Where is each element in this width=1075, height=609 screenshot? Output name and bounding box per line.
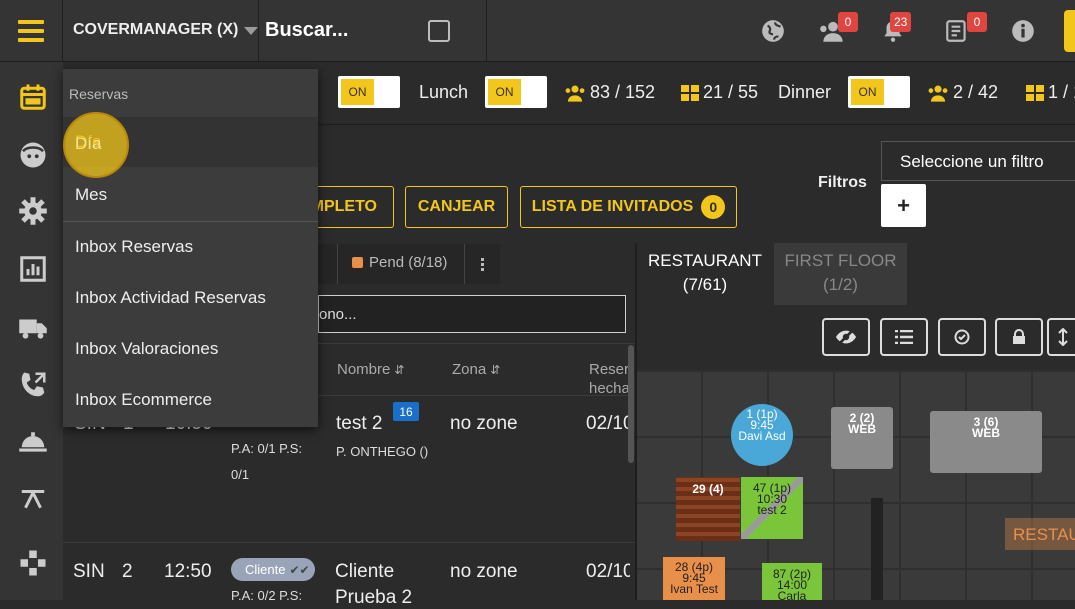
- menu-item-inbox-reservas[interactable]: Inbox Reservas: [63, 222, 318, 272]
- customer-face-icon[interactable]: [18, 140, 48, 170]
- sort-icon: ⇵: [490, 362, 501, 377]
- toggle-visibility-button[interactable]: [822, 318, 870, 356]
- double-check-icon: ✔✔: [289, 562, 310, 577]
- people-icon: [565, 85, 585, 102]
- sidebar: [0, 62, 63, 600]
- col-nombre[interactable]: Nombre ⇵: [337, 361, 404, 378]
- table-28[interactable]: 28 (4p) 9:45 Ivan Test: [663, 557, 725, 600]
- lock-icon: [1013, 329, 1025, 344]
- menu-icon: [18, 20, 44, 24]
- top-bar: COVERMANAGER (X) Buscar... 0 23 0: [0, 0, 1075, 62]
- arrows-vertical-icon: [1058, 328, 1068, 346]
- calendar-icon[interactable]: [18, 82, 48, 112]
- lunch-people-count: 83 / 152: [564, 82, 655, 103]
- user-profile-button[interactable]: [1064, 10, 1075, 52]
- list-view-button[interactable]: [880, 318, 928, 356]
- col-zona[interactable]: Zona ⇵: [452, 361, 500, 378]
- info-icon[interactable]: [1010, 18, 1036, 44]
- menu-item-inbox-valoraciones[interactable]: Inbox Valoraciones: [63, 324, 318, 374]
- col-reserva[interactable]: Reser hecha: [589, 361, 629, 397]
- table-87[interactable]: 87 (2p) 14:00 Carla: [762, 563, 822, 600]
- guest-list-count: 0: [701, 195, 726, 219]
- restaurant-selector[interactable]: COVERMANAGER (X): [73, 21, 259, 39]
- stats-chart-icon[interactable]: [18, 254, 48, 284]
- menu-item-dia-label[interactable]: Día: [75, 134, 101, 154]
- table-2[interactable]: 2 (2) WEB: [831, 407, 893, 469]
- row-name[interactable]: Cliente: [335, 561, 394, 583]
- search-checkbox[interactable]: [428, 20, 450, 42]
- canjear-button[interactable]: CANJEAR: [405, 186, 508, 228]
- users-badge: 0: [838, 12, 858, 32]
- dinner-label: Dinner: [778, 82, 832, 102]
- filters-label: Filtros: [818, 174, 867, 191]
- search-input[interactable]: Buscar...: [265, 19, 348, 42]
- lock-button[interactable]: [995, 318, 1043, 356]
- menu-item-inbox-ecommerce[interactable]: Inbox Ecommerce: [63, 375, 318, 425]
- lunch-label: Lunch: [419, 82, 469, 102]
- table-1[interactable]: 1 (1p) 9:45 Davi Asd: [731, 404, 793, 466]
- list-scrollbar[interactable]: [628, 345, 634, 463]
- menu-item-inbox-actividad[interactable]: Inbox Actividad Reservas: [63, 273, 318, 323]
- tab-first-floor[interactable]: FIRST FLOOR (1/2): [774, 243, 907, 305]
- globe-icon[interactable]: [760, 18, 786, 44]
- row-name[interactable]: test 2: [336, 413, 382, 435]
- truck-icon[interactable]: [18, 312, 48, 342]
- list-search-input[interactable]: ono...: [318, 295, 626, 333]
- eye-slash-icon: [835, 329, 857, 345]
- menu-header: Reservas: [69, 86, 129, 102]
- integrations-icon[interactable]: [18, 548, 48, 578]
- tables-icon: [1026, 84, 1044, 101]
- check-button[interactable]: [938, 318, 986, 356]
- check-circle-icon: [954, 329, 970, 345]
- table-setup-icon[interactable]: [18, 484, 48, 514]
- tab-restaurant[interactable]: RESTAURANT (7/61): [637, 243, 773, 305]
- client-tag: Cliente ✔✔: [231, 558, 315, 581]
- table-3[interactable]: 3 (6) WEB: [930, 411, 1042, 473]
- notifications-badge: 23: [890, 12, 912, 32]
- resize-button[interactable]: [1047, 318, 1075, 356]
- dinner-tables-count: 1 / 1: [1026, 82, 1075, 103]
- tab-pending[interactable]: Pend (8/18): [352, 254, 447, 271]
- dinner-people-count: 2 / 42: [927, 82, 998, 103]
- gear-icon[interactable]: [18, 196, 48, 226]
- phone-icon[interactable]: [18, 370, 48, 400]
- filter-select[interactable]: Seleccione un filtro: [881, 141, 1075, 181]
- table-29[interactable]: 29 (4): [676, 477, 740, 541]
- first-service-toggle[interactable]: ON: [338, 76, 400, 108]
- service-bell-icon[interactable]: [18, 426, 48, 456]
- dinner-toggle[interactable]: ON: [848, 76, 910, 108]
- more-options-button[interactable]: [464, 244, 500, 284]
- lunch-toggle[interactable]: ON: [485, 76, 547, 108]
- hamburger-menu-button[interactable]: [0, 0, 62, 62]
- sort-icon: ⇵: [394, 362, 405, 377]
- reservation-count-badge: 16: [393, 402, 419, 421]
- people-icon: [928, 85, 948, 102]
- messages-badge: 0: [967, 12, 987, 32]
- wall-divider: [871, 498, 883, 600]
- list-icon: [895, 330, 913, 344]
- chevron-down-icon: [244, 27, 259, 35]
- lunch-tables-count: 21 / 55: [681, 82, 758, 103]
- guest-list-button[interactable]: LISTA DE INVITADOS 0: [520, 186, 737, 228]
- pending-square-icon: [352, 257, 363, 268]
- zone-label: RESTAU: [1005, 518, 1075, 550]
- table-47[interactable]: 47 (1p) 10:30 test 2: [741, 477, 803, 539]
- add-filter-button[interactable]: +: [881, 184, 926, 227]
- tables-icon: [681, 84, 699, 101]
